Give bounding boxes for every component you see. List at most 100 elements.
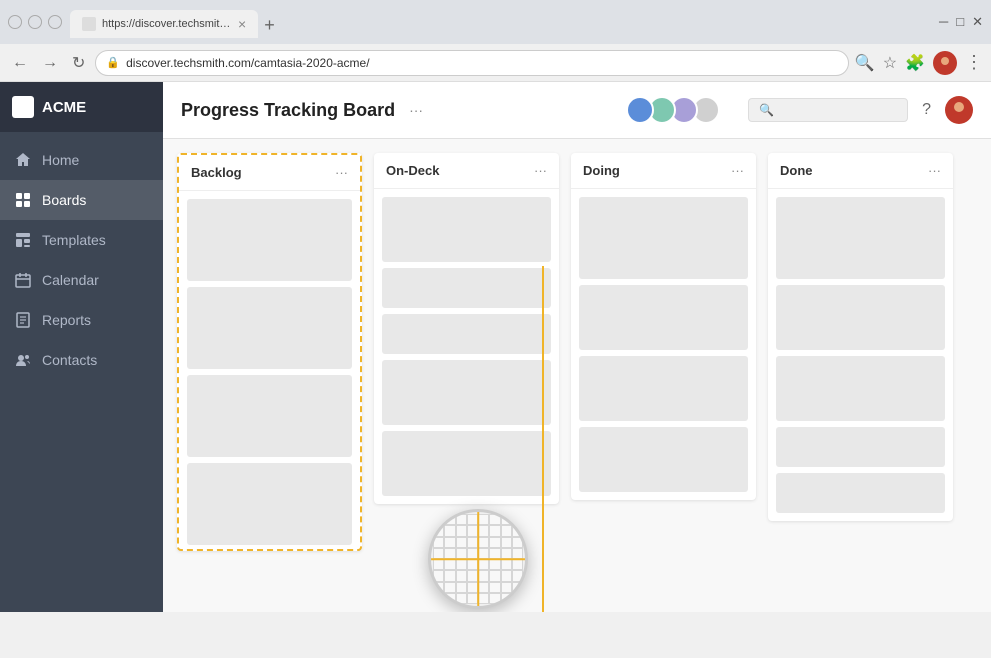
sidebar-item-contacts[interactable]: Contacts (0, 340, 163, 380)
close-button[interactable] (8, 15, 22, 29)
sidebar-label-boards: Boards (42, 192, 86, 208)
tab-favicon (82, 17, 96, 31)
card[interactable] (579, 427, 748, 492)
win-close-icon[interactable]: ✕ (972, 14, 983, 30)
grid-cell (456, 582, 467, 593)
grid-cell (456, 593, 467, 604)
contacts-icon (14, 351, 32, 369)
column-menu-done[interactable]: ··· (928, 163, 941, 178)
card[interactable] (776, 356, 945, 421)
browser-tab[interactable]: https://discover.techsmith.com/c... × (70, 10, 258, 38)
main-header: Progress Tracking Board ··· 🔍 ? (163, 82, 991, 139)
card[interactable] (187, 287, 352, 369)
home-icon (14, 151, 32, 169)
main-content: Progress Tracking Board ··· 🔍 ? (163, 82, 991, 612)
sidebar-nav: Home Boards Templates Cale (0, 132, 163, 612)
column-menu-doing[interactable]: ··· (731, 163, 744, 178)
calendar-icon (14, 271, 32, 289)
sidebar-item-calendar[interactable]: Calendar (0, 260, 163, 300)
tab-close-button[interactable]: × (238, 16, 246, 32)
card[interactable] (579, 197, 748, 279)
card[interactable] (776, 197, 945, 279)
column-cards-done (768, 189, 953, 521)
sidebar-item-boards[interactable]: Boards (0, 180, 163, 220)
grid-cell (433, 593, 444, 604)
column-cards-backlog (179, 191, 360, 549)
titlebar: https://discover.techsmith.com/c... × + … (0, 0, 991, 44)
refresh-button[interactable]: ↻ (68, 51, 89, 75)
avatar-group (632, 96, 720, 124)
help-button[interactable]: ? (918, 99, 935, 121)
logo-icon (12, 96, 34, 118)
card[interactable] (579, 285, 748, 350)
header-search[interactable]: 🔍 (748, 98, 908, 122)
grid-cell (501, 582, 512, 593)
grid-cell (444, 570, 455, 581)
boards-icon (14, 191, 32, 209)
card[interactable] (382, 268, 551, 308)
card[interactable] (579, 356, 748, 421)
card[interactable] (776, 427, 945, 467)
sidebar-label-reports: Reports (42, 312, 91, 328)
window-right-controls: ─ □ ✕ (939, 14, 983, 30)
card[interactable] (187, 199, 352, 281)
sidebar-item-home[interactable]: Home (0, 140, 163, 180)
card[interactable] (776, 285, 945, 350)
grid-cell (478, 570, 489, 581)
search-icon[interactable]: 🔍 (855, 53, 875, 73)
page-title: Progress Tracking Board (181, 100, 395, 121)
column-on-deck: On-Deck ··· (374, 153, 559, 504)
url-text: discover.techsmith.com/camtasia-2020-acm… (126, 56, 369, 70)
column-title-backlog: Backlog (191, 165, 242, 180)
card[interactable] (776, 473, 945, 513)
maximize-button[interactable] (48, 15, 62, 29)
column-backlog: Backlog ··· (177, 153, 362, 551)
user-profile-avatar[interactable] (945, 96, 973, 124)
forward-button[interactable]: → (38, 52, 62, 74)
win-max-icon[interactable]: □ (956, 14, 964, 30)
new-tab-button[interactable]: + (264, 15, 275, 38)
column-menu-backlog[interactable]: ··· (335, 165, 348, 180)
card[interactable] (187, 375, 352, 457)
card[interactable] (382, 431, 551, 496)
title-menu-button[interactable]: ··· (407, 100, 425, 120)
sidebar-logo: ACME (0, 82, 163, 132)
board-area: Backlog ··· On-Deck ··· (163, 139, 991, 565)
column-menu-on-deck[interactable]: ··· (534, 163, 547, 178)
win-min-icon[interactable]: ─ (939, 14, 948, 30)
column-done: Done ··· (768, 153, 953, 521)
browser-chrome: https://discover.techsmith.com/c... × + … (0, 0, 991, 82)
grid-cell (467, 593, 478, 604)
back-button[interactable]: ← (8, 52, 32, 74)
column-cards-doing (571, 189, 756, 500)
grid-cell (501, 593, 512, 604)
search-glass-icon: 🔍 (759, 103, 774, 117)
extension-icon[interactable]: 🧩 (905, 53, 925, 73)
templates-icon (14, 231, 32, 249)
board-wrapper: Backlog ··· On-Deck ··· (163, 139, 991, 612)
card[interactable] (382, 360, 551, 425)
column-cards-on-deck (374, 189, 559, 504)
grid-cell (489, 570, 500, 581)
navigation-bar: ← → ↻ 🔒 discover.techsmith.com/camtasia-… (0, 44, 991, 82)
column-title-doing: Doing (583, 163, 620, 178)
logo-text: ACME (42, 99, 86, 116)
bookmark-icon[interactable]: ☆ (883, 53, 897, 73)
sidebar-item-reports[interactable]: Reports (0, 300, 163, 340)
tab-bar: https://discover.techsmith.com/c... × + (70, 6, 923, 38)
window-controls (8, 15, 62, 29)
avatar-1[interactable] (626, 96, 654, 124)
sidebar-label-calendar: Calendar (42, 272, 99, 288)
browser-user-avatar[interactable] (933, 51, 957, 75)
minimize-button[interactable] (28, 15, 42, 29)
card[interactable] (382, 197, 551, 262)
address-bar[interactable]: 🔒 discover.techsmith.com/camtasia-2020-a… (95, 50, 848, 76)
grid-cell (489, 582, 500, 593)
grid-cell (456, 570, 467, 581)
browser-menu-icon[interactable]: ⋮ (965, 52, 983, 73)
grid-cell (512, 582, 523, 593)
card[interactable] (187, 463, 352, 545)
card[interactable] (382, 314, 551, 354)
sidebar-item-templates[interactable]: Templates (0, 220, 163, 260)
column-header-doing: Doing ··· (571, 153, 756, 189)
